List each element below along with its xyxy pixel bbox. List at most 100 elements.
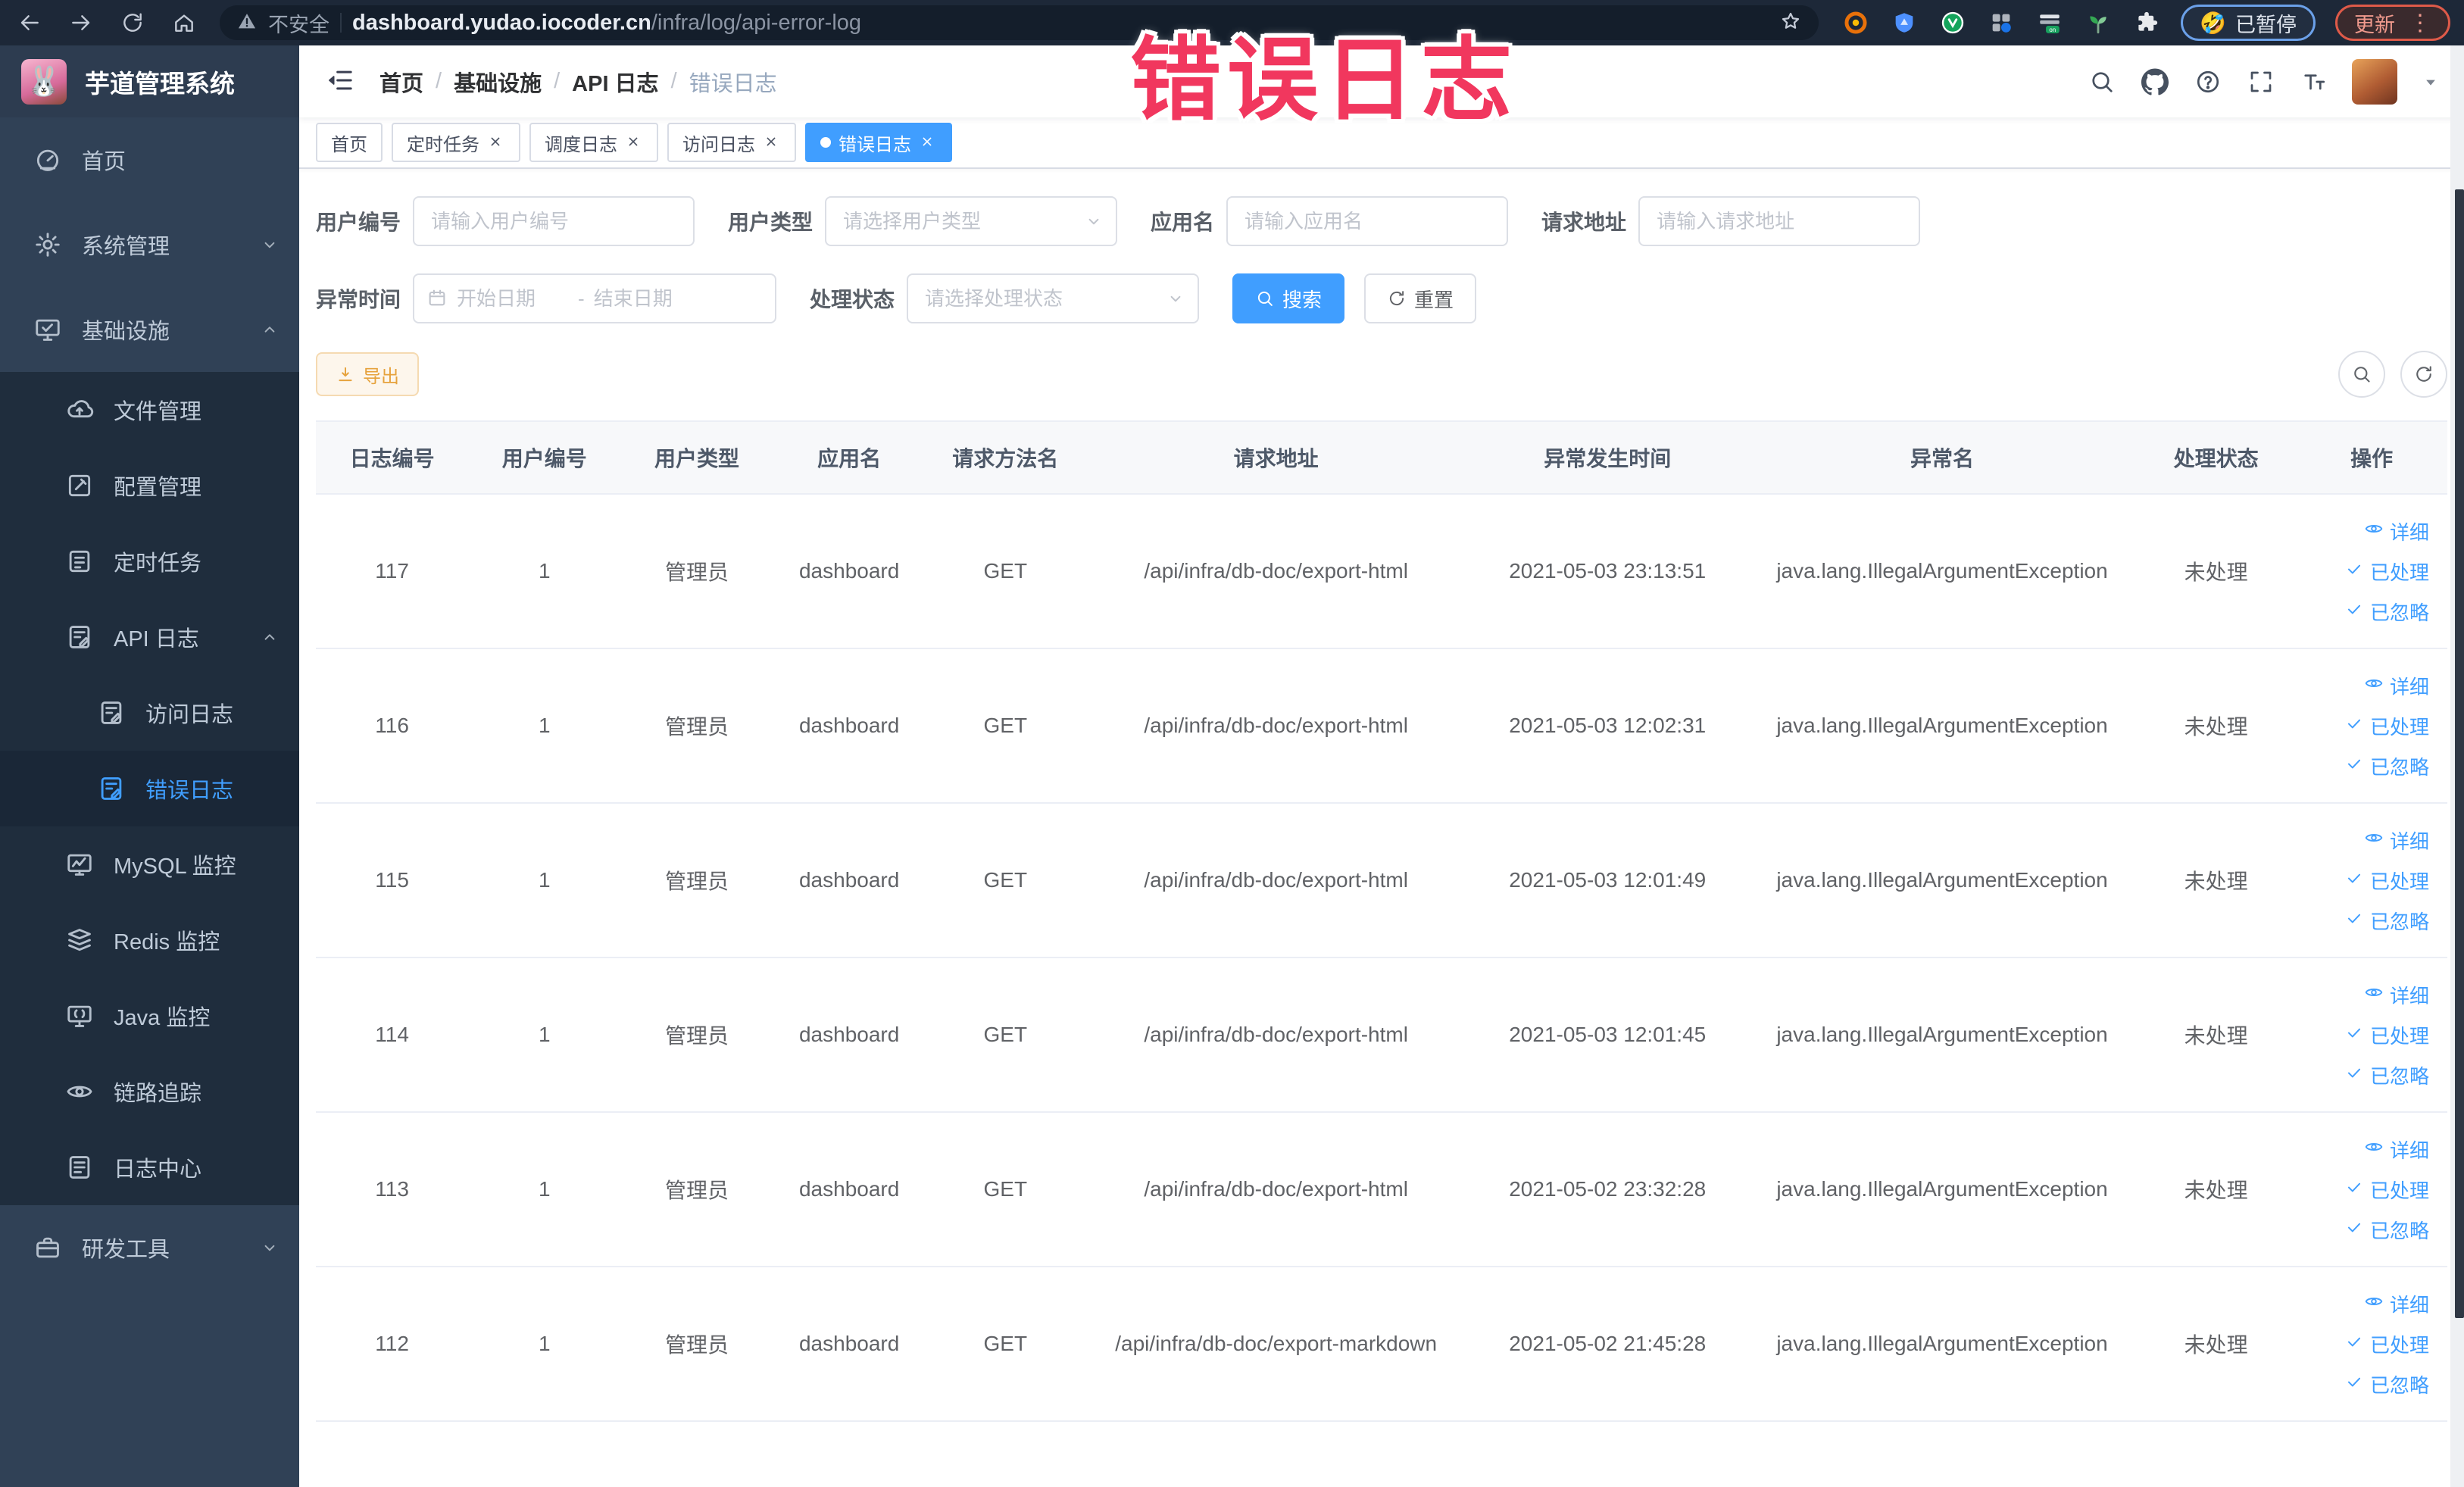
extension-green-icon[interactable] [1938, 8, 1967, 37]
update-button[interactable]: 更新 ⋮ [2335, 5, 2450, 41]
breadcrumb-item[interactable]: 首页 [379, 66, 423, 98]
close-icon[interactable] [625, 133, 643, 152]
tab-调度日志[interactable]: 调度日志 [529, 123, 658, 162]
action-processed-link[interactable]: 已处理 [2344, 867, 2429, 895]
sidebar-item-infra[interactable]: 基础设施 [0, 287, 299, 372]
action-processed-link[interactable]: 已处理 [2344, 712, 2429, 740]
action-ignored-link[interactable]: 已忽略 [2344, 907, 2429, 935]
cell-user_id: 1 [468, 494, 621, 649]
sidebar-item-dev-tools[interactable]: 研发工具 [0, 1205, 299, 1290]
action-detail-link[interactable]: 详细 [2364, 672, 2429, 700]
refresh-table-button[interactable] [2400, 351, 2447, 398]
tab-label: 定时任务 [407, 134, 479, 155]
sidebar-item-mysql[interactable]: MySQL 监控 [0, 826, 299, 902]
tab-错误日志[interactable]: 错误日志 [805, 123, 952, 162]
extension-orange-icon[interactable] [1841, 8, 1870, 37]
export-button[interactable]: 导出 [316, 352, 419, 396]
close-icon[interactable] [919, 133, 937, 152]
toggle-search-button[interactable] [2338, 351, 2385, 398]
logo-row[interactable]: 🐰 芋道管理系统 [0, 45, 299, 117]
sidebar-item-file[interactable]: 文件管理 [0, 372, 299, 448]
tab-定时任务[interactable]: 定时任务 [392, 123, 520, 162]
user-type-select[interactable] [826, 198, 1116, 245]
font-size-icon[interactable] [2299, 67, 2329, 97]
sidebar-item-job[interactable]: 定时任务 [0, 523, 299, 599]
check-icon [2344, 1217, 2364, 1242]
breadcrumb-separator: / [670, 69, 677, 93]
reload-icon[interactable] [117, 7, 148, 39]
url-bar[interactable]: 不安全 dashboard.yudao.iocoder.cn/infra/log… [220, 5, 1819, 40]
extension-on-badge-icon[interactable]: on [2035, 8, 2064, 37]
sidebar-item-java[interactable]: Java 监控 [0, 978, 299, 1054]
close-icon[interactable] [487, 133, 505, 152]
action-processed-link[interactable]: 已处理 [2344, 1330, 2429, 1358]
sidebar-item-access-log[interactable]: 访问日志 [0, 675, 299, 751]
action-ignored-link[interactable]: 已忽略 [2344, 1216, 2429, 1244]
action-detail-link[interactable]: 详细 [2364, 826, 2429, 854]
extension-grid-icon[interactable] [1987, 8, 2016, 37]
action-detail-link[interactable]: 详细 [2364, 1136, 2429, 1164]
user-id-input[interactable] [414, 198, 694, 245]
tab-访问日志[interactable]: 访问日志 [667, 123, 796, 162]
app-name-input[interactable] [1228, 198, 1507, 245]
action-label: 详细 [2389, 520, 2429, 544]
forward-icon[interactable] [65, 7, 97, 39]
action-ignored-link[interactable]: 已忽略 [2344, 1370, 2429, 1398]
search-icon [1255, 289, 1275, 308]
back-icon[interactable] [14, 7, 45, 39]
scrollbar-thumb[interactable] [2455, 189, 2464, 1318]
avatar-caret-icon[interactable] [2420, 71, 2441, 92]
request-url-input[interactable] [1640, 198, 1919, 245]
reset-button[interactable]: 重置 [1364, 273, 1477, 323]
scrollbar-track[interactable] [2450, 45, 2464, 1487]
sidebar-collapse-icon[interactable] [325, 65, 358, 98]
help-icon[interactable] [2193, 67, 2223, 97]
action-processed-link[interactable]: 已处理 [2344, 1176, 2429, 1204]
tab-首页[interactable]: 首页 [316, 123, 383, 162]
sidebar-item-home[interactable]: 首页 [0, 117, 299, 202]
sidebar-item-log-center[interactable]: 日志中心 [0, 1129, 299, 1205]
end-date-input[interactable] [586, 275, 714, 322]
extension-shield-icon[interactable] [1890, 8, 1919, 37]
breadcrumb-item[interactable]: 基础设施 [454, 66, 542, 98]
action-detail-link[interactable]: 详细 [2364, 1290, 2429, 1318]
start-date-input[interactable] [449, 275, 577, 322]
security-warning-icon[interactable] [236, 11, 258, 36]
fullscreen-icon[interactable] [2246, 67, 2276, 97]
sidebar-item-error-log[interactable]: 错误日志 [0, 751, 299, 826]
bookmark-star-icon[interactable] [1779, 10, 1802, 36]
sidebar-item-api-log[interactable]: API 日志 [0, 599, 299, 675]
avatar[interactable] [2352, 58, 2397, 105]
sidebar-item-config[interactable]: 配置管理 [0, 448, 299, 523]
extension-plant-icon[interactable] [2084, 8, 2113, 37]
search-icon[interactable] [2087, 67, 2117, 97]
filter-app-name: 应用名 [1151, 196, 1509, 246]
profile-paused-pill[interactable]: 🤣 已暂停 [2181, 5, 2316, 41]
action-label: 已忽略 [2369, 1219, 2429, 1242]
action-ignored-link[interactable]: 已忽略 [2344, 1061, 2429, 1089]
cell-url: /api/infra/db-doc/export-html [1085, 1112, 1467, 1267]
sidebar-item-system[interactable]: 系统管理 [0, 202, 299, 287]
search-button[interactable]: 搜索 [1232, 273, 1345, 323]
action-detail-link[interactable]: 详细 [2364, 517, 2429, 545]
process-status-select[interactable] [908, 275, 1198, 322]
date-range-picker[interactable]: - [413, 273, 777, 323]
cell-time: 2021-05-02 23:32:28 [1466, 1112, 1748, 1267]
close-icon[interactable] [763, 133, 781, 152]
sidebar-item-tracer[interactable]: 链路追踪 [0, 1054, 299, 1129]
action-ignored-link[interactable]: 已忽略 [2344, 598, 2429, 626]
action-ignored-link[interactable]: 已忽略 [2344, 752, 2429, 780]
extensions-puzzle-icon[interactable] [2132, 8, 2161, 37]
github-icon[interactable] [2140, 67, 2170, 97]
column-header: 处理状态 [2136, 420, 2297, 495]
breadcrumb-item[interactable]: API 日志 [572, 66, 658, 98]
action-detail-link[interactable]: 详细 [2364, 981, 2429, 1009]
breadcrumb-separator: / [554, 69, 561, 93]
action-processed-link[interactable]: 已处理 [2344, 1021, 2429, 1049]
log-edit-icon [65, 623, 94, 651]
task-list-icon [65, 547, 94, 576]
action-processed-link[interactable]: 已处理 [2344, 558, 2429, 586]
browser-menu-dots-icon[interactable]: ⋮ [2409, 10, 2431, 36]
sidebar-item-redis[interactable]: Redis 监控 [0, 902, 299, 978]
home-icon[interactable] [168, 7, 200, 39]
